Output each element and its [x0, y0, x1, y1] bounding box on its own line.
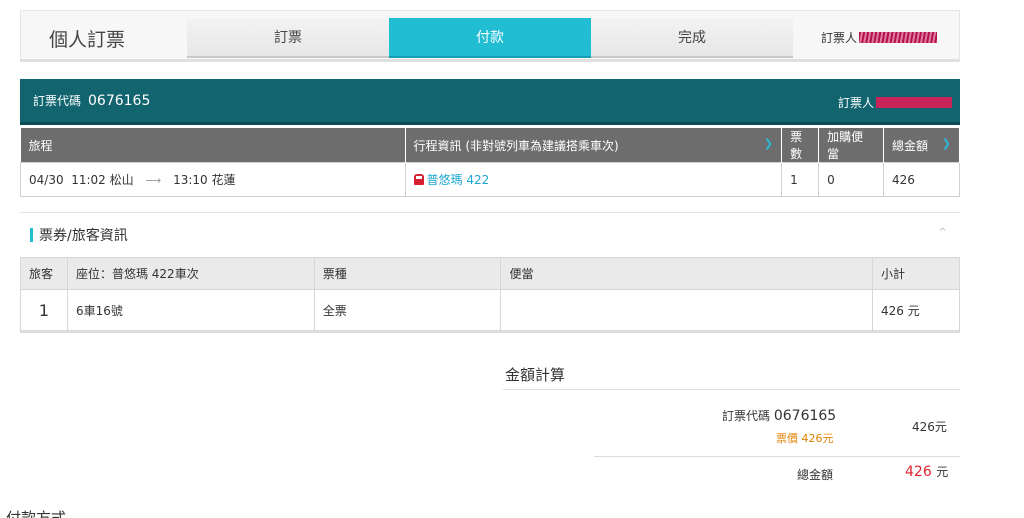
chevron-down-icon[interactable]: ❯: [764, 137, 773, 150]
col-seat: 座位：普悠瑪 422車次: [66, 257, 315, 290]
redacted-name: [859, 32, 938, 43]
col-trip-info[interactable]: 行程資訊 (非對號列車為建議搭乘車次) ❯: [405, 128, 783, 163]
summary-code-value: 0676165: [773, 408, 837, 424]
col-tickets: 票數: [781, 128, 820, 163]
train-icon: [413, 174, 424, 185]
booking-page: 個人訂票 訂票 付款 完成 訂票人 訂票代碼 0676165 訂票人 旅程 行程…: [0, 0, 1024, 518]
col-subtotal: 小計: [872, 257, 960, 290]
summary-code-label: 訂票代碼: [722, 409, 771, 423]
total-label: 總金額: [797, 468, 834, 482]
fare-text: 票價 426元: [776, 432, 834, 445]
journey-cell: 04/30 11:02 松山 ⟶ 13:10 花蓮: [20, 162, 406, 197]
table-row: 04/30 11:02 松山 ⟶ 13:10 花蓮 普悠瑪 422 1 0 42…: [20, 162, 960, 197]
total-value: 426 元: [905, 464, 949, 480]
train-link[interactable]: 普悠瑪 422: [427, 173, 490, 187]
table-row: 1 6車16號 全票 426 元: [20, 289, 960, 333]
step-booking: 訂票: [187, 18, 389, 58]
passenger-table: 旅客 座位：普悠瑪 422車次 票種 便當 小計 1 6車16號 全票 426 …: [20, 257, 960, 333]
booker-label: 訂票人: [837, 96, 874, 110]
section-accent: [30, 227, 33, 242]
payment-title: 付款方式: [6, 509, 67, 518]
col-bento: 加購便當: [818, 128, 885, 163]
total-cell: 426: [883, 162, 960, 197]
bento-cell: 0: [818, 162, 885, 197]
col-total[interactable]: 總金額 ❯: [883, 128, 960, 163]
bento-cell: [500, 289, 874, 333]
booking-code-bar: 訂票代碼 0676165 訂票人: [20, 79, 960, 125]
step-complete: 完成: [591, 18, 793, 58]
step-header: 個人訂票 訂票 付款 完成 訂票人: [20, 10, 960, 62]
section-title: 票券/旅客資訊: [39, 227, 128, 244]
subtotal-cell: 426 元: [872, 289, 960, 333]
passenger-table-header: 旅客 座位：普悠瑪 422車次 票種 便當 小計: [20, 257, 960, 290]
ticket-section-header[interactable]: 票券/旅客資訊 ⌃: [20, 212, 960, 256]
tickets-cell: 1: [781, 162, 820, 197]
summary-title: 金額計算: [505, 366, 566, 384]
booker-info-bar: 訂票人: [838, 94, 952, 111]
summary-code: 訂票代碼 0676165: [722, 407, 836, 424]
col-bento: 便當: [500, 257, 874, 290]
divider: [594, 456, 960, 457]
booker-info: 訂票人: [821, 29, 938, 46]
chevron-down-icon[interactable]: ❯: [942, 137, 951, 150]
seat-cell: 6車16號: [66, 289, 315, 333]
passenger-number: 1: [20, 289, 68, 333]
col-journey: 旅程: [20, 128, 406, 163]
trip-table: 旅程 行程資訊 (非對號列車為建議搭乘車次) ❯ 票數 加購便當 總金額 ❯ 04/…: [20, 128, 960, 197]
progress-steps: 訂票 付款 完成: [187, 18, 793, 58]
trip-table-header: 旅程 行程資訊 (非對號列車為建議搭乘車次) ❯ 票數 加購便當 總金額 ❯: [20, 128, 960, 163]
ticket-type-cell: 全票: [313, 289, 502, 333]
booking-code-label: 訂票代碼: [33, 94, 82, 108]
page-title: 個人訂票: [49, 29, 126, 51]
arrow-right-icon: ⟶: [145, 174, 162, 187]
train-cell[interactable]: 普悠瑪 422: [404, 162, 783, 197]
chevron-up-icon[interactable]: ⌃: [937, 226, 948, 241]
step-payment: 付款: [389, 18, 591, 58]
divider: [503, 389, 960, 390]
col-ticket-type: 票種: [313, 257, 502, 290]
summary-amount: 426元: [912, 420, 947, 434]
booking-code: 0676165: [88, 92, 151, 109]
redacted-name: [876, 97, 952, 108]
col-passenger: 旅客: [20, 257, 68, 290]
booker-label: 訂票人: [821, 31, 858, 45]
